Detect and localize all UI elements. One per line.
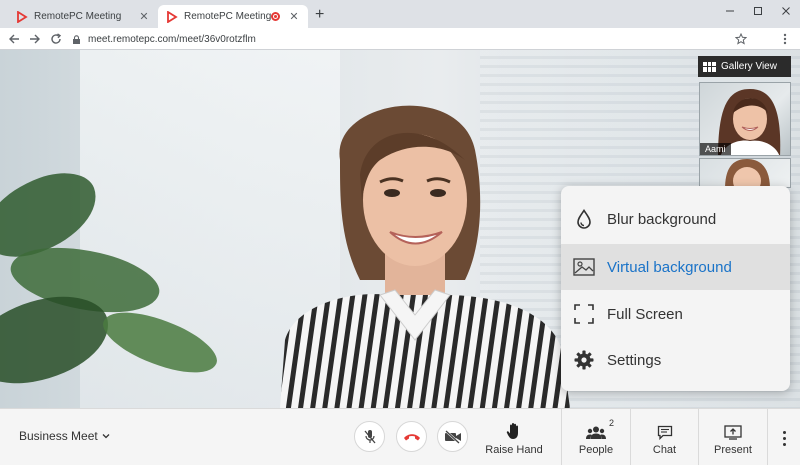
people-count-badge: 2: [608, 417, 614, 428]
meeting-name-dropdown[interactable]: Business Meet: [19, 429, 110, 443]
toolbar-divider: [767, 409, 768, 465]
browser-tab[interactable]: RemotePC Meeting ✕: [8, 5, 158, 28]
address-bar: meet.remotepc.com/meet/36v0rotzflm: [0, 28, 800, 50]
participant-name: Aami: [700, 143, 731, 155]
menu-item-label: Blur background: [607, 210, 717, 228]
lock-icon: [73, 34, 80, 44]
mute-mic-button[interactable]: [354, 421, 385, 452]
chat-bubble-icon: [657, 420, 673, 440]
raise-hand-button[interactable]: Raise Hand: [480, 409, 548, 465]
menu-item-full-screen[interactable]: Full Screen: [561, 291, 790, 337]
gallery-view-label: Gallery View: [721, 61, 777, 72]
reload-icon[interactable]: [48, 31, 64, 47]
present-button[interactable]: Present: [699, 409, 767, 465]
back-arrow-icon[interactable]: [6, 31, 22, 47]
remotepc-logo-icon: [166, 10, 178, 23]
image-icon: [573, 256, 595, 278]
remotepc-logo-icon: [16, 10, 28, 23]
gear-icon: [573, 349, 595, 371]
chat-label: Chat: [652, 443, 677, 456]
raise-hand-label: Raise Hand: [485, 443, 543, 456]
tab-close-icon[interactable]: ✕: [138, 10, 150, 23]
meeting-name: Business Meet: [19, 429, 98, 443]
grid-icon: [703, 61, 716, 72]
menu-item-label: Settings: [607, 351, 662, 369]
people-icon: 2: [586, 418, 614, 440]
menu-item-settings[interactable]: Settings: [561, 337, 790, 383]
maximize-icon[interactable]: [744, 2, 772, 20]
participant-thumbnail[interactable]: Aami: [699, 82, 791, 156]
forward-arrow-icon[interactable]: [27, 31, 43, 47]
participant-thumbnail[interactable]: [699, 158, 791, 188]
menu-item-label: Virtual background: [607, 258, 732, 276]
participant-video: [725, 159, 770, 187]
chat-button[interactable]: Chat: [631, 409, 698, 465]
minimize-icon[interactable]: [716, 2, 744, 20]
more-options-menu: Blur background Virtual background Full …: [561, 186, 790, 391]
browser-tab-bar: RemotePC Meeting ✕ RemotePC Meeting ✕ +: [0, 0, 800, 28]
hang-up-icon: [403, 433, 420, 440]
close-icon[interactable]: [772, 2, 800, 20]
hand-icon: [506, 420, 522, 440]
present-screen-icon: [724, 420, 742, 440]
url-text: meet.remotepc.com/meet/36v0rotzflm: [88, 33, 256, 45]
url-field[interactable]: meet.remotepc.com/meet/36v0rotzflm: [72, 31, 256, 47]
chevron-down-icon: [102, 434, 110, 439]
tab-title: RemotePC Meeting: [34, 11, 122, 22]
browser-tab-active[interactable]: RemotePC Meeting ✕: [158, 5, 308, 28]
menu-item-blur-background[interactable]: Blur background: [561, 196, 790, 242]
main-participant-video: [280, 105, 570, 408]
tab-close-icon[interactable]: ✕: [288, 10, 300, 23]
menu-item-virtual-background[interactable]: Virtual background: [561, 244, 790, 290]
meeting-toolbar: Business Meet Raise Hand 2 People Chat P…: [0, 408, 800, 465]
people-button[interactable]: 2 People: [562, 409, 630, 465]
video-off-icon: [444, 429, 461, 444]
fullscreen-icon: [573, 303, 595, 325]
droplet-icon: [573, 208, 595, 230]
camera-toggle-button[interactable]: [437, 421, 468, 452]
more-options-icon[interactable]: [776, 425, 792, 451]
gallery-view-button[interactable]: Gallery View: [698, 56, 791, 77]
bookmark-star-icon[interactable]: [734, 31, 748, 47]
browser-menu-icon[interactable]: [780, 31, 790, 47]
present-label: Present: [714, 443, 752, 456]
mic-off-icon: [364, 429, 375, 443]
menu-item-label: Full Screen: [607, 305, 683, 323]
end-call-button[interactable]: [396, 421, 427, 452]
new-tab-button[interactable]: +: [315, 7, 324, 23]
recording-icon: [271, 12, 280, 21]
tab-title: RemotePC Meeting: [184, 11, 271, 22]
people-label: People: [578, 443, 614, 456]
